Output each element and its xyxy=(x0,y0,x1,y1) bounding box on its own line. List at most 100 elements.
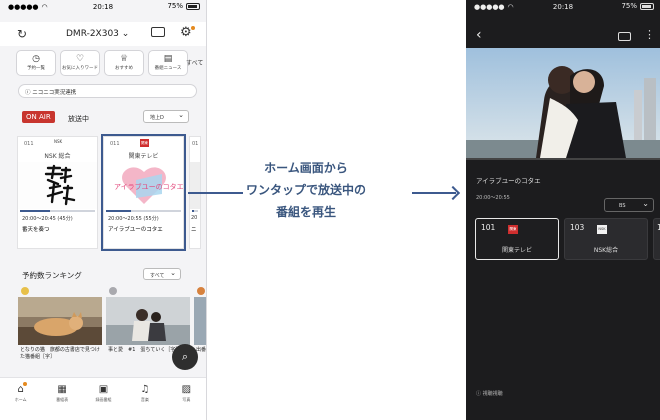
tab-photo[interactable]: ▨ 写真 xyxy=(166,378,206,420)
search-icon: ⌕ xyxy=(181,350,189,363)
onair-card-list: 011 NSK NSK 総合 20:00～20:45 (45分) 番天を奏つ 0… xyxy=(17,134,201,251)
tab-label: 写真 xyxy=(182,397,191,402)
channel-name: 関東テレビ xyxy=(128,153,159,160)
broadcast-filter-select[interactable]: 地上D xyxy=(143,110,189,123)
cat-image xyxy=(18,297,102,345)
channel-name: NSK 総合 xyxy=(44,153,71,160)
tab-music[interactable]: ♫ 音楽 xyxy=(124,378,165,420)
tab-recorded[interactable]: ▣ 録画番組 xyxy=(83,378,124,420)
couple-image xyxy=(106,297,190,345)
channel-item-selected[interactable]: 101 関東 関東テレビ xyxy=(475,218,559,260)
notification-dot xyxy=(190,26,195,30)
footer-info: ⓘ 視聴視聴 xyxy=(476,391,503,397)
ranking-item-title: となりの猫 旅都の古書店で見つけた猫番組［字］ xyxy=(20,347,100,360)
ranking-filter-select[interactable]: すべて xyxy=(143,268,181,280)
cast-tv-icon[interactable] xyxy=(618,32,631,41)
arrow-right-icon xyxy=(412,192,456,194)
band-select[interactable]: BS xyxy=(604,198,654,212)
program-image xyxy=(194,297,206,345)
channel-logo: 関東 xyxy=(140,139,149,147)
quick-recommend-button[interactable]: ♕ おすすめ xyxy=(104,50,144,76)
program-time: 20:00～20:55 xyxy=(476,195,510,201)
device-selector[interactable]: DMR-2X303 ⌄ xyxy=(66,29,129,39)
battery-icon xyxy=(640,2,654,10)
program-thumbnail xyxy=(194,297,206,345)
onair-label: 放送中 xyxy=(68,115,89,123)
quick-reservations-button[interactable]: ◷ 予約一覧 xyxy=(16,50,56,76)
channel-logo: NSK xyxy=(54,139,63,144)
caption-line: 番組を再生 xyxy=(275,205,336,219)
onair-section-header: ON AIR 放送中 地上D xyxy=(22,110,192,126)
silver-medal-icon xyxy=(109,287,117,295)
program-time: 20 xyxy=(191,215,198,221)
back-chevron-icon[interactable]: ‹ xyxy=(476,27,482,43)
crown-icon: ♕ xyxy=(119,54,129,64)
tab-home[interactable]: ⌂ ホーム xyxy=(0,378,41,420)
progress-bar xyxy=(106,210,181,212)
channel-logo: 関東 xyxy=(508,225,518,234)
program-thumbnail xyxy=(190,162,200,209)
channel-name: NSK総合 xyxy=(593,247,619,254)
program-title: 番天を奏つ xyxy=(22,227,50,233)
status-bar: ●●●●● ◠ 20:18 75% xyxy=(0,0,206,14)
battery-icon xyxy=(186,2,200,10)
app-header: ↻ DMR-2X303 ⌄ ⚙ xyxy=(0,22,206,46)
info-icon: ⓘ xyxy=(25,90,31,96)
player-header: ‹ ⋮ xyxy=(466,26,660,48)
channel-number: 011 xyxy=(24,141,34,147)
channel-number: 011 xyxy=(110,141,120,147)
heart-plus-icon: ♡ xyxy=(75,54,85,64)
channel-item-partial[interactable]: 1 xyxy=(653,218,660,260)
calligraphy-image xyxy=(18,162,97,209)
right-phone-screen: ●●●●● ◠ 20:18 75% ‹ ⋮ アイラブユーのコタエ 20:00～2… xyxy=(466,0,660,420)
jikkyo-link-button[interactable]: ⓘ ニコニコ実況連携 xyxy=(18,84,197,98)
quick-all-link[interactable]: すべて xyxy=(186,58,203,67)
status-bar: ●●●●● ◠ 20:18 75% xyxy=(466,0,660,14)
svg-text:アイラブユーのコタエ: アイラブユーのコタエ xyxy=(114,182,183,191)
program-title: アイラブユーのコタエ xyxy=(108,227,163,233)
ranking-item-title: 出番 xyxy=(196,347,207,353)
feature-caption: ホーム画面から ワンタップで放送中の 番組を再生 xyxy=(226,157,386,223)
caption-line: ワンタップで放送中の xyxy=(245,183,366,197)
clock-icon: ◷ xyxy=(32,54,40,64)
guide-icon: ▦ xyxy=(57,384,67,395)
search-button[interactable]: ⌕ xyxy=(172,344,198,370)
gold-medal-icon xyxy=(21,287,29,295)
quick-news-button[interactable]: ▤ 番組ニュース xyxy=(148,50,188,76)
tab-label: 番組表 xyxy=(56,397,69,402)
recorded-icon: ▣ xyxy=(98,384,109,395)
channel-number: 01 xyxy=(192,141,199,147)
program-thumbnail: アイラブユーのコタエ xyxy=(104,162,183,209)
program-thumbnail xyxy=(18,162,97,209)
channel-name: 関東テレビ xyxy=(501,247,532,254)
bronze-medal-icon xyxy=(197,287,205,295)
channel-list: 101 関東 関東テレビ 103 NSK NSK総合 1 xyxy=(475,218,660,260)
tab-label: 音楽 xyxy=(140,397,149,402)
refresh-icon[interactable]: ↻ xyxy=(17,27,27,41)
program-time: 20:00～20:55 (55分) xyxy=(108,216,159,222)
quick-favorite-words-button[interactable]: ♡ お気に入りワード xyxy=(60,50,100,76)
music-icon: ♫ xyxy=(140,384,150,395)
onair-card-highlighted[interactable]: 011 関東 関東テレビ アイラブユーのコタエ 20:00～20:55 (55分… xyxy=(101,134,186,251)
drama-title-image: アイラブユーのコタエ xyxy=(104,162,183,209)
onair-card[interactable]: 011 NSK NSK 総合 20:00～20:45 (45分) 番天を奏つ xyxy=(17,136,98,249)
chevron-down-icon: ⌄ xyxy=(121,29,130,39)
caption-line: ホーム画面から xyxy=(264,161,348,175)
tab-label: 録画番組 xyxy=(95,397,112,402)
more-icon[interactable]: ⋮ xyxy=(644,28,655,41)
tab-label: ホーム xyxy=(14,397,27,402)
news-icon: ▤ xyxy=(163,54,173,64)
program-time: 20:00～20:45 (45分) xyxy=(22,216,73,222)
program-thumbnail xyxy=(18,297,102,345)
cast-tv-icon[interactable] xyxy=(151,27,165,37)
battery-indicator: 75% xyxy=(167,2,200,10)
video-player[interactable] xyxy=(466,48,660,158)
left-phone-screen: ●●●●● ◠ 20:18 75% ↻ DMR-2X303 ⌄ ⚙ ◷ 予約一覧 ♡… xyxy=(0,0,207,420)
tab-guide[interactable]: ▦ 番組表 xyxy=(41,378,82,420)
gear-icon[interactable]: ⚙ xyxy=(180,25,195,40)
channel-number: 101 xyxy=(481,223,496,232)
playback-progress[interactable] xyxy=(466,158,660,160)
program-title: アイラブユーのコタエ xyxy=(476,177,541,185)
onair-badge: ON AIR xyxy=(22,111,55,123)
channel-item[interactable]: 103 NSK NSK総合 xyxy=(564,218,648,260)
